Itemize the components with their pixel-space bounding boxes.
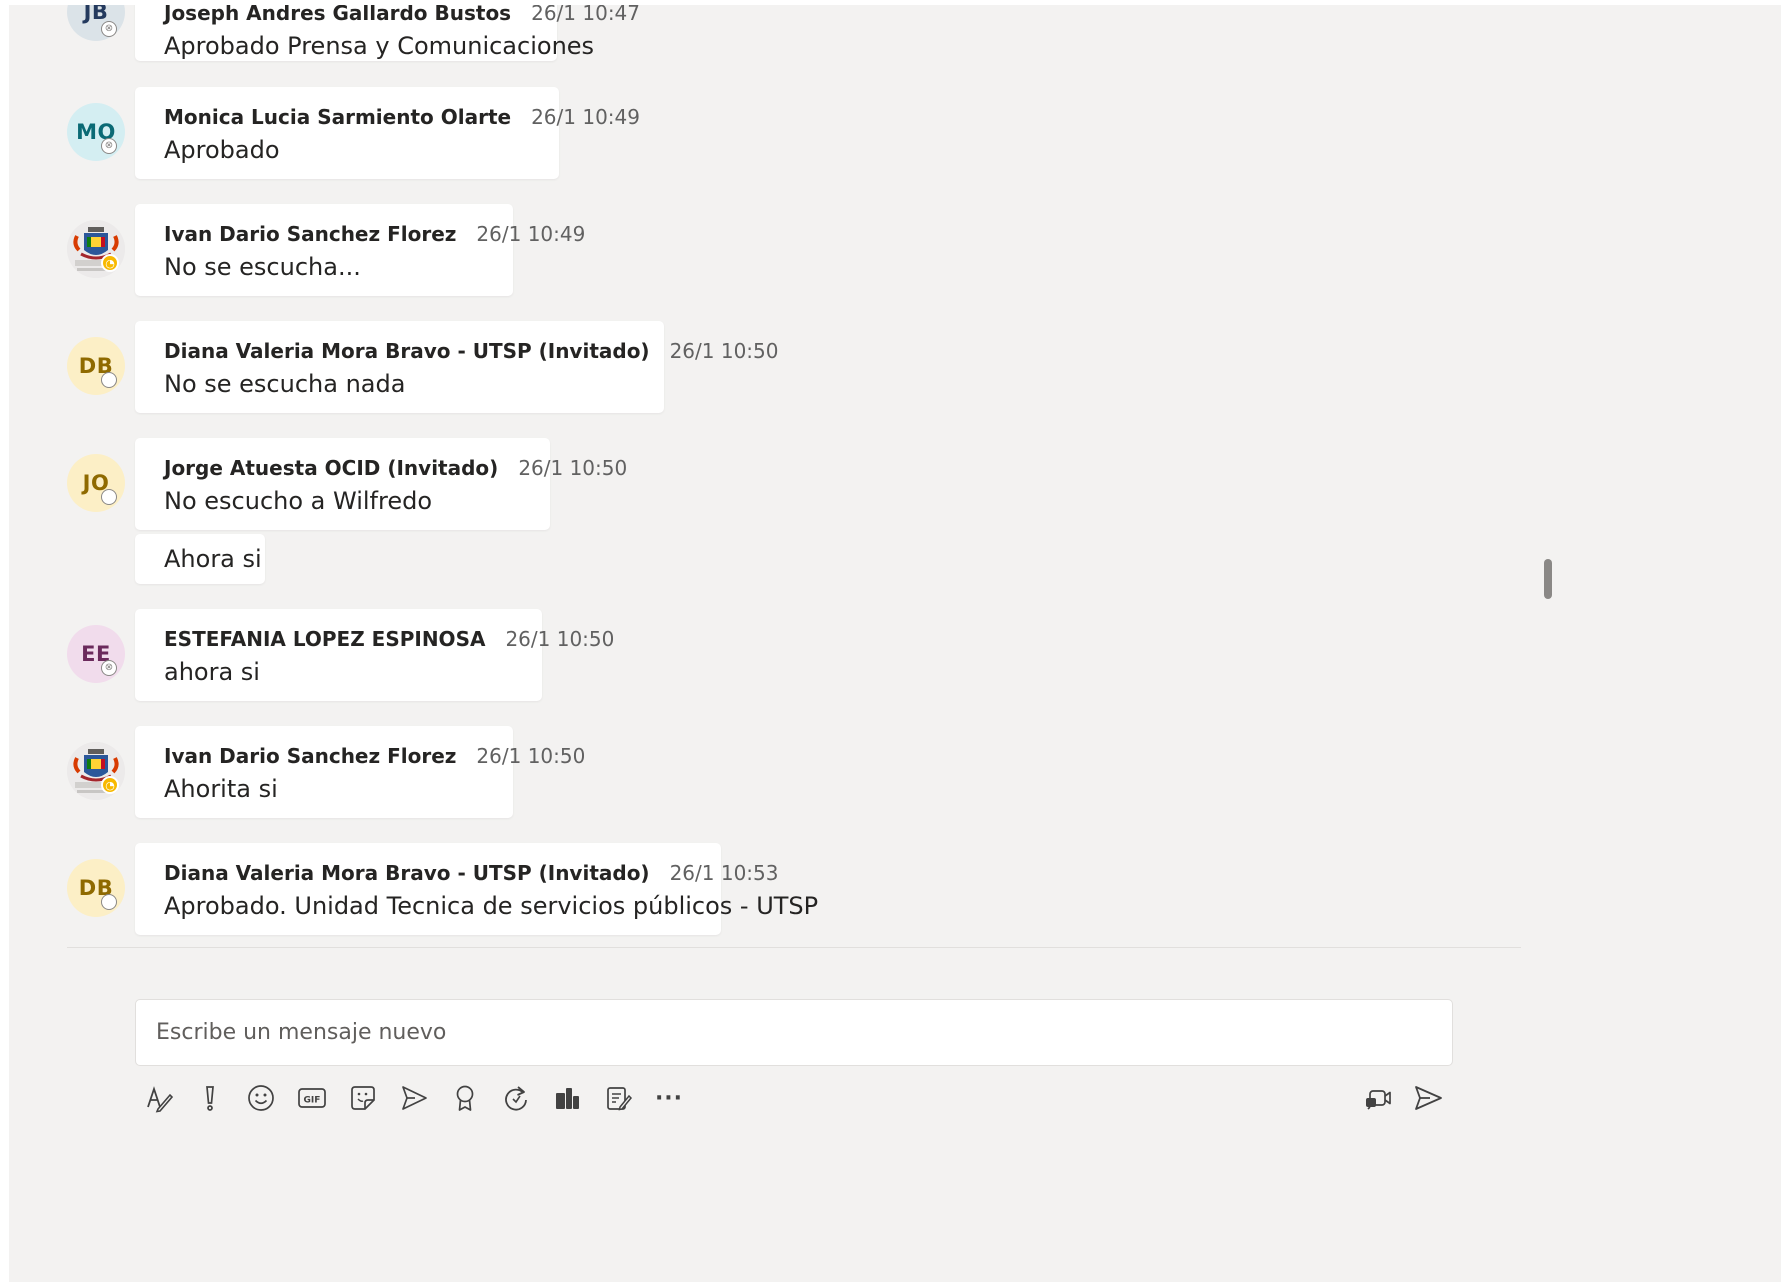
sender-name[interactable]: Diana Valeria Mora Bravo - UTSP (Invitad… (164, 339, 650, 363)
sender-name[interactable]: ESTEFANIA LOPEZ ESPINOSA (164, 627, 485, 651)
message-text: Aprobado (164, 136, 280, 164)
status-offline-icon: ⊗ (101, 21, 117, 37)
gif-button[interactable]: GIF (289, 1075, 335, 1121)
message-input[interactable] (136, 1000, 1452, 1065)
avatar[interactable]: JO (67, 454, 125, 512)
praise-button[interactable] (442, 1075, 488, 1121)
message-header: Ivan Dario Sanchez Florez 26/1 10:49 (164, 222, 585, 246)
status-offline-icon: ⊗ (101, 660, 117, 676)
emoji-icon (248, 1085, 274, 1111)
message-text: No se escucha nada (164, 370, 406, 398)
status-unknown-icon (101, 489, 117, 505)
send-icon (1415, 1086, 1442, 1110)
avatar[interactable]: DB (67, 859, 125, 917)
message-timestamp: 26/1 10:50 (505, 627, 615, 651)
important-button[interactable] (187, 1075, 233, 1121)
message-bubble[interactable]: Ivan Dario Sanchez Florez 26/1 10:49 No s… (135, 204, 585, 296)
status-unknown-icon (101, 372, 117, 388)
meet-now-button[interactable] (391, 1075, 437, 1121)
send-button[interactable] (1405, 1075, 1451, 1121)
sender-name[interactable]: Diana Valeria Mora Bravo - UTSP (Invitad… (164, 861, 650, 885)
message-header: Ivan Dario Sanchez Florez 26/1 10:50 (164, 744, 585, 768)
emoji-button[interactable] (238, 1075, 284, 1121)
sticker-button[interactable] (340, 1075, 386, 1121)
status-offline-icon: ⊗ (101, 138, 117, 154)
sender-name[interactable]: Jorge Atuesta OCID (Invitado) (164, 456, 498, 480)
message-header: Monica Lucia Sarmiento Olarte 26/1 10:49 (164, 105, 640, 129)
sender-name[interactable]: Ivan Dario Sanchez Florez (164, 744, 456, 768)
message-bubble[interactable]: Monica Lucia Sarmiento Olarte 26/1 10:49 … (135, 87, 640, 179)
forms-icon (607, 1087, 633, 1111)
message-bubble[interactable]: Ivan Dario Sanchez Florez 26/1 10:50 Ahor… (135, 726, 585, 818)
forms-button[interactable] (595, 1075, 641, 1121)
avatar[interactable]: MO (67, 103, 125, 161)
status-away-icon: ◔ (101, 254, 119, 272)
avatar[interactable]: DB (67, 337, 125, 395)
message-text: Aprobado. Unidad Tecnica de servicios pú… (164, 892, 819, 920)
message-timestamp: 26/1 10:53 (669, 861, 779, 885)
message-bubble[interactable]: Diana Valeria Mora Bravo - UTSP (Invitad… (135, 321, 778, 413)
meet-now-icon (402, 1086, 427, 1110)
stream-button[interactable] (544, 1075, 590, 1121)
gif-icon: GIF (298, 1088, 326, 1108)
status-unknown-icon (101, 894, 117, 910)
message-text: Aprobado Prensa y Comunicaciones (164, 32, 595, 60)
avatar[interactable]: JB (67, 5, 125, 41)
loop-icon (505, 1086, 527, 1111)
message-timestamp: 26/1 10:50 (669, 339, 779, 363)
chat-panel: JB ⊗ Joseph Andres Gallardo Bustos 26/1 1… (9, 5, 1781, 1282)
important-icon (206, 1086, 214, 1111)
avatar[interactable]: EE (67, 625, 125, 683)
message-header: ESTEFANIA LOPEZ ESPINOSA 26/1 10:50 (164, 627, 614, 651)
video-message-icon (1366, 1090, 1391, 1110)
message-text: No escucho a Wilfredo (164, 487, 433, 515)
message-header: Jorge Atuesta OCID (Invitado) 26/1 10:50 (164, 456, 627, 480)
message-timestamp: 26/1 10:49 (531, 105, 640, 129)
stream-icon (556, 1088, 579, 1109)
svg-text:GIF: GIF (304, 1096, 321, 1106)
more-options-button[interactable]: ··· (646, 1075, 692, 1121)
message-bubble[interactable]: ESTEFANIA LOPEZ ESPINOSA 26/1 10:50 ahora… (135, 609, 614, 701)
message-text: ahora si (164, 658, 260, 686)
compose-divider (67, 947, 1521, 948)
message-timestamp: 26/1 10:50 (476, 744, 586, 768)
scrollbar-thumb[interactable] (1544, 559, 1552, 599)
sticker-icon (351, 1086, 375, 1110)
message-text: Ahora si (164, 545, 262, 573)
message-timestamp: 26/1 10:49 (476, 222, 586, 246)
message-header: Joseph Andres Gallardo Bustos 26/1 10:47 (164, 5, 640, 25)
praise-icon (456, 1085, 474, 1111)
message-bubble[interactable]: Joseph Andres Gallardo Bustos 26/1 10:47 … (135, 5, 640, 61)
compose-toolbar: GIF ··· (135, 1075, 1453, 1121)
message-bubble[interactable]: Diana Valeria Mora Bravo - UTSP (Invitad… (135, 843, 819, 935)
sender-name[interactable]: Joseph Andres Gallardo Bustos (164, 5, 511, 25)
message-header: Diana Valeria Mora Bravo - UTSP (Invitad… (164, 339, 778, 363)
more-options-icon: ··· (654, 1085, 684, 1111)
loop-button[interactable] (493, 1075, 539, 1121)
message-bubble[interactable]: Jorge Atuesta OCID (Invitado) 26/1 10:50 … (135, 438, 627, 530)
format-button[interactable] (136, 1075, 182, 1121)
sender-name[interactable]: Monica Lucia Sarmiento Olarte (164, 105, 511, 129)
message-bubble-followup[interactable]: Ahora si (135, 534, 265, 584)
message-text: Ahorita si (164, 775, 278, 803)
message-text: No se escucha... (164, 253, 361, 281)
message-timestamp: 26/1 10:47 (531, 5, 640, 25)
sender-name[interactable]: Ivan Dario Sanchez Florez (164, 222, 456, 246)
message-header: Diana Valeria Mora Bravo - UTSP (Invitad… (164, 861, 778, 885)
compose-box[interactable] (135, 999, 1453, 1066)
video-message-button[interactable] (1355, 1075, 1401, 1121)
status-away-icon: ◔ (101, 776, 119, 794)
format-icon (147, 1086, 174, 1113)
message-timestamp: 26/1 10:50 (518, 456, 628, 480)
